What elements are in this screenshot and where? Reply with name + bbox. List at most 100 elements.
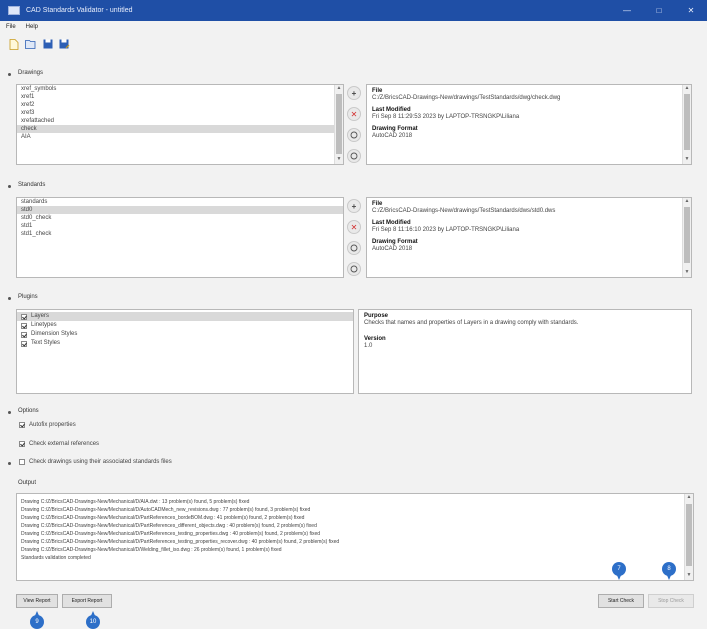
standards-label: Standards [18,182,46,188]
drawing-list-item[interactable]: xref1 [17,93,343,101]
export-report-button[interactable]: Export Report [62,594,112,608]
move-standard-down-button[interactable] [347,262,361,276]
remove-drawing-button[interactable]: ✕ [347,107,361,121]
output-scrollbar[interactable]: ▲ ▼ [684,494,693,580]
drawings-list-scrollbar[interactable]: ▲ ▼ [334,85,343,164]
plugin-checkbox[interactable] [21,313,27,320]
drawing-list-item[interactable]: xref2 [17,101,343,109]
standard-file-value: C:/Z/BricsCAD-Drawings-New/drawings/Test… [372,208,556,214]
drawing-list-item[interactable]: check [17,125,343,133]
standard-list-item[interactable]: std1 [17,222,343,230]
options-label: Options [18,408,39,414]
drawing-info-scrollbar[interactable]: ▲ ▼ [682,85,691,164]
plugin-list-item[interactable]: Layers [17,312,353,321]
plugin-list-item[interactable]: Dimension Styles [17,330,353,339]
callout-export-report: 10 [86,611,100,629]
output-line: Drawing C:/Z/BricsCAD-Drawings-New/Mecha… [21,515,305,521]
plugin-label: Dimension Styles [31,331,78,337]
plugin-purpose-value: Checks that names and properties of Laye… [364,320,579,326]
plugin-version-value: 1.0 [364,343,373,349]
autofix-option[interactable]: Autofix properties [19,422,76,428]
callout-start-check: 7 [612,562,626,580]
menu-help[interactable]: Help [26,24,38,30]
move-drawing-down-button[interactable] [347,149,361,163]
output-log[interactable]: Drawing C:/Z/BricsCAD-Drawings-New/Mecha… [16,493,694,581]
section-bullet [8,462,11,465]
maximize-icon[interactable]: □ [643,6,675,15]
menu-file[interactable]: File [6,24,16,30]
drawing-list-item[interactable]: xrefattached [17,117,343,125]
xrefs-label: Check external references [29,441,100,447]
standard-modified-value: Fri Sep 8 11:16:10 2023 by LAPTOP-TRSNGK… [372,227,520,233]
plugin-info-panel: Purpose Checks that names and properties… [358,309,692,394]
autofix-label: Autofix properties [29,422,76,428]
scroll-down-icon[interactable]: ▼ [335,156,343,164]
autofix-checkbox[interactable] [19,422,25,428]
standards-list[interactable]: standards std0 std0_check std1 std1_check [16,197,344,278]
move-drawing-up-button[interactable] [347,128,361,142]
plugin-version-label: Version [364,336,386,342]
standard-list-item[interactable]: std1_check [17,230,343,238]
stop-check-button[interactable]: Stop Check [648,594,694,608]
callout-stop-check: 8 [662,562,676,580]
plugin-checkbox[interactable] [21,322,27,329]
start-check-button[interactable]: Start Check [598,594,644,608]
drawing-list-item[interactable]: AIA [17,133,343,141]
move-standard-up-button[interactable] [347,241,361,255]
section-bullet [8,73,11,76]
output-line: Drawing C:/Z/BricsCAD-Drawings-New/Mecha… [21,499,250,505]
drawing-file-label: File [372,88,383,94]
xrefs-checkbox[interactable] [19,441,25,447]
close-icon[interactable]: ✕ [675,6,707,15]
standard-info-panel: File C:/Z/BricsCAD-Drawings-New/drawings… [366,197,692,278]
remove-standard-button[interactable]: ✕ [347,220,361,234]
view-report-button[interactable]: View Report [16,594,58,608]
circle-icon [350,152,358,160]
window-title: CAD Standards Validator - untitled [26,7,133,14]
standard-list-item[interactable]: standards [17,198,343,206]
new-file-icon[interactable] [8,38,19,50]
standard-info-scrollbar[interactable]: ▲ ▼ [682,198,691,277]
circle-icon [350,244,358,252]
standard-format-label: Drawing Format [372,239,418,245]
associated-label: Check drawings using their associated st… [29,459,172,465]
output-line: Drawing C:/Z/BricsCAD-Drawings-New/Mecha… [21,507,311,513]
section-bullet [8,185,11,188]
plugins-list[interactable]: Layers Linetypes Dimension Styles Text Styl… [16,309,354,394]
section-bullet [8,297,11,300]
minimize-icon[interactable]: — [611,6,643,15]
drawing-list-item[interactable]: xref_symbols [17,85,343,93]
open-file-icon[interactable] [25,39,36,50]
plugin-list-item[interactable]: Text Styles [17,339,353,348]
plugin-checkbox[interactable] [21,331,27,338]
drawing-format-label: Drawing Format [372,126,418,132]
save-icon[interactable] [42,39,53,50]
circle-icon [350,265,358,273]
toolbar [0,36,76,52]
add-standard-button[interactable]: + [347,199,361,213]
plugin-label: Layers [31,313,50,319]
associated-checkbox[interactable] [19,459,25,465]
callout-view-report: 9 [30,611,44,629]
drawing-info-panel: File C:/Z/BricsCAD-Drawings-New/drawings… [366,84,692,165]
save-as-icon[interactable] [59,39,70,50]
add-drawing-button[interactable]: + [347,86,361,100]
standard-modified-label: Last Modified [372,220,411,226]
scroll-up-icon[interactable]: ▲ [335,85,343,93]
menu-bar: File Help [0,21,707,33]
plugins-label: Plugins [18,294,38,300]
drawing-modified-value: Fri Sep 8 11:29:53 2023 by LAPTOP-TRSNGK… [372,114,520,120]
plugin-checkbox[interactable] [21,340,27,347]
drawing-list-item[interactable]: xref3 [17,109,343,117]
associated-option[interactable]: Check drawings using their associated st… [19,459,172,465]
standard-format-value: AutoCAD 2018 [372,246,413,252]
plugin-list-item[interactable]: Linetypes [17,321,353,330]
drawings-label: Drawings [18,70,44,76]
drawing-file-value: C:/Z/BricsCAD-Drawings-New/drawings/Test… [372,95,561,101]
output-line: Drawing C:/Z/BricsCAD-Drawings-New/Mecha… [21,547,282,553]
standard-list-item[interactable]: std0_check [17,214,343,222]
standard-list-item[interactable]: std0 [17,206,343,214]
drawings-list[interactable]: xref_symbols xref1 xref2 xref3 xrefattached c… [16,84,344,165]
xrefs-option[interactable]: Check external references [19,441,99,447]
drawing-modified-label: Last Modified [372,107,411,113]
